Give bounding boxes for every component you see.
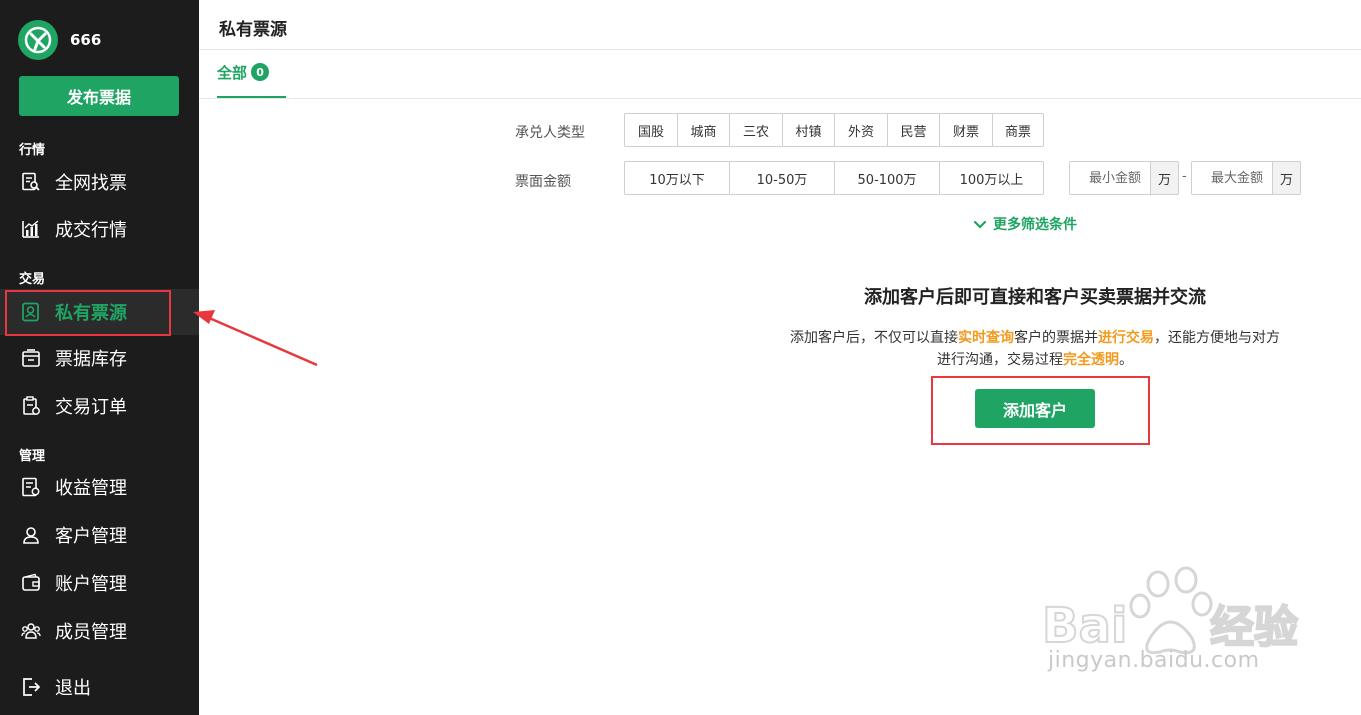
acceptor-option[interactable]: 财票 — [940, 114, 993, 146]
svg-text:经验: 经验 — [1210, 602, 1298, 653]
desc-text: 。 — [1119, 352, 1133, 368]
svg-text:Bai: Bai — [1042, 598, 1127, 654]
desc-highlight: 实时查询 — [958, 330, 1014, 346]
desc-text: 客户的票据并 — [1014, 330, 1098, 346]
amount-range-dash: - — [1182, 169, 1187, 184]
sidebar-item-label: 交易订单 — [55, 397, 127, 418]
min-amount-unit: 万 — [1150, 162, 1178, 194]
sidebar-item-label: 收益管理 — [55, 478, 127, 499]
acceptor-type-label: 承兑人类型 — [515, 125, 585, 141]
sidebar-item-label: 退出 — [55, 678, 91, 699]
members-icon — [20, 620, 42, 642]
desc-highlight: 进行交易 — [1098, 330, 1154, 346]
wallet-icon — [20, 572, 42, 594]
inventory-icon — [20, 347, 42, 369]
sidebar-item-label: 成交行情 — [55, 220, 127, 241]
min-amount-group: 万 — [1069, 161, 1179, 195]
revenue-icon — [20, 476, 42, 498]
tab-divider — [199, 98, 1361, 99]
search-doc-icon — [20, 171, 42, 193]
annotation-arrow-icon — [193, 310, 318, 367]
sidebar-item-label: 客户管理 — [55, 526, 127, 547]
amount-option[interactable]: 100万以上 — [940, 162, 1043, 194]
sidebar-item-revenue[interactable]: 收益管理 — [0, 464, 199, 510]
sidebar: 666 发布票据 行情 全网找票 成交行情 交易 私有票源 票据库存 交易订单 … — [0, 0, 199, 715]
max-amount-group: 万 — [1191, 161, 1301, 195]
sidebar-item-customers[interactable]: 客户管理 — [0, 512, 199, 558]
sidebar-item-accounts[interactable]: 账户管理 — [0, 560, 199, 606]
acceptor-option[interactable]: 商票 — [993, 114, 1043, 146]
sidebar-item-label: 成员管理 — [55, 622, 127, 643]
page-title: 私有票源 — [219, 20, 287, 40]
annotation-highlight-add-customer — [931, 376, 1150, 445]
acceptor-option[interactable]: 国股 — [625, 114, 678, 146]
sidebar-item-logout[interactable]: 退出 — [0, 664, 199, 710]
amount-option[interactable]: 10-50万 — [730, 162, 835, 194]
sidebar-item-bill-inventory[interactable]: 票据库存 — [0, 335, 199, 381]
section-title-manage: 管理 — [19, 449, 46, 464]
amount-option[interactable]: 10万以下 — [625, 162, 730, 194]
acceptor-option[interactable]: 村镇 — [783, 114, 835, 146]
face-amount-filter: 10万以下 10-50万 50-100万 100万以上 — [624, 161, 1044, 195]
logout-icon — [20, 676, 42, 698]
order-icon — [20, 395, 42, 417]
face-amount-label: 票面金额 — [515, 174, 571, 190]
sidebar-item-trade-orders[interactable]: 交易订单 — [0, 383, 199, 429]
amount-option[interactable]: 50-100万 — [835, 162, 940, 194]
desc-text: 添加客户后，不仅可以直接 — [790, 330, 958, 346]
more-filters-toggle[interactable]: 更多筛选条件 — [973, 214, 1077, 234]
tab-all[interactable]: 全部 0 — [217, 62, 270, 98]
section-title-market: 行情 — [19, 143, 46, 158]
acceptor-option[interactable]: 三农 — [730, 114, 783, 146]
acceptor-option[interactable]: 外资 — [835, 114, 888, 146]
more-filters-label: 更多筛选条件 — [993, 217, 1077, 233]
sidebar-item-members[interactable]: 成员管理 — [0, 608, 199, 654]
tab-label: 全部 — [217, 64, 248, 82]
sidebar-item-find-bills[interactable]: 全网找票 — [0, 159, 199, 205]
empty-state-description: 添加客户后，不仅可以直接实时查询客户的票据并进行交易，还能方便地与对方进行沟通，… — [790, 327, 1280, 371]
chevron-down-icon — [973, 215, 987, 234]
sidebar-item-label: 账户管理 — [55, 574, 127, 595]
acceptor-option[interactable]: 民营 — [888, 114, 940, 146]
min-amount-input[interactable] — [1070, 162, 1150, 194]
acceptor-option[interactable]: 城商 — [678, 114, 730, 146]
desc-highlight: 完全透明 — [1063, 352, 1119, 368]
brand-logo-icon — [18, 20, 58, 60]
tab-count-badge: 0 — [251, 63, 270, 81]
max-amount-unit: 万 — [1272, 162, 1300, 194]
user-icon — [20, 524, 42, 546]
brand-name: 666 — [70, 31, 102, 49]
acceptor-type-filter: 国股 城商 三农 村镇 外资 民营 财票 商票 — [624, 113, 1044, 147]
header-divider — [199, 49, 1361, 50]
annotation-highlight-private-bills — [5, 290, 171, 336]
sidebar-item-market-trends[interactable]: 成交行情 — [0, 206, 199, 252]
publish-bill-button[interactable]: 发布票据 — [19, 76, 179, 116]
app-root: 666 发布票据 行情 全网找票 成交行情 交易 私有票源 票据库存 交易订单 … — [0, 0, 1361, 715]
sidebar-item-label: 全网找票 — [55, 173, 127, 194]
section-title-trade: 交易 — [19, 272, 46, 287]
watermark-text: jingyan.baidu.com — [1048, 648, 1260, 673]
empty-state-title: 添加客户后即可直接和客户买卖票据并交流 — [864, 287, 1206, 308]
chart-icon — [20, 218, 42, 240]
brand: 666 — [18, 20, 101, 60]
max-amount-input[interactable] — [1192, 162, 1272, 194]
sidebar-item-label: 票据库存 — [55, 349, 127, 370]
